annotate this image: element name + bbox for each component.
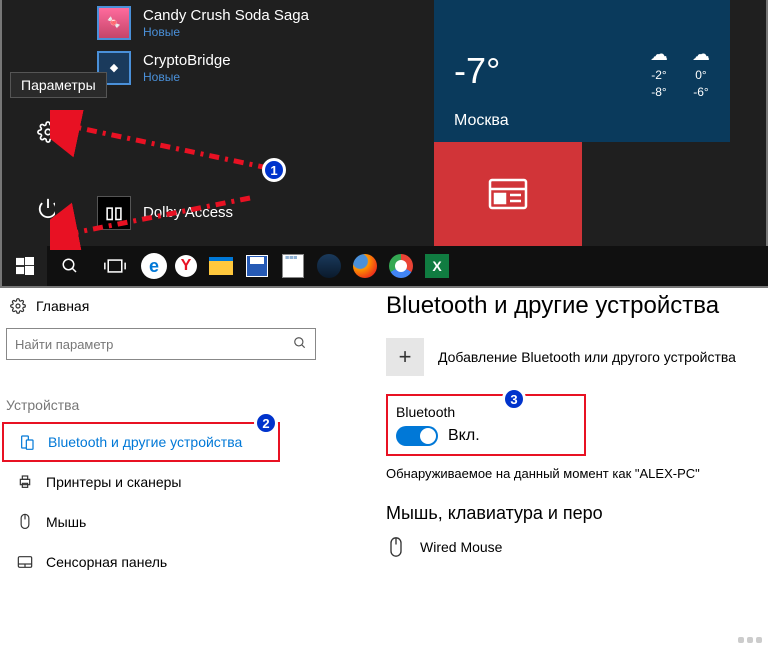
- annotation-badge-2: 2: [254, 411, 278, 435]
- taskbar-firefox[interactable]: [349, 250, 381, 282]
- start-button[interactable]: [2, 246, 47, 286]
- nav-label: Bluetooth и другие устройства: [48, 434, 242, 450]
- gear-icon: [10, 298, 26, 314]
- search-input[interactable]: Найти параметр: [6, 328, 316, 360]
- annotation-badge-1: 1: [262, 158, 286, 182]
- mouse-icon: [386, 534, 406, 560]
- touchpad-icon: [16, 555, 34, 569]
- annotation-arrow-1: [50, 110, 280, 180]
- taskbar-yandex[interactable]: Y: [171, 250, 201, 282]
- right-pane: Bluetooth и другие устройства + Добавлен…: [386, 292, 766, 560]
- annotation-badge-3: 3: [502, 387, 526, 411]
- app-sublabel: Новые: [143, 25, 309, 39]
- taskbar-excel[interactable]: X: [421, 250, 453, 282]
- taskbar-notes[interactable]: ≡≡≡: [277, 250, 309, 282]
- taskbar-save[interactable]: [241, 250, 273, 282]
- forecast-day: ☁ -2° -8°: [650, 42, 668, 101]
- search-placeholder: Найти параметр: [15, 337, 113, 352]
- nav-list: Bluetooth и другие устройства Принтеры и…: [0, 422, 282, 582]
- cloud-icon: ☁: [650, 42, 668, 67]
- settings-window: Главная Найти параметр Устройства Blueto…: [0, 292, 768, 648]
- app-label: CryptoBridge: [143, 52, 231, 69]
- app-sublabel: Новые: [143, 70, 231, 84]
- plus-icon: +: [399, 344, 412, 370]
- news-icon: [488, 178, 528, 210]
- taskbar-edge[interactable]: e: [141, 253, 167, 279]
- search-icon: [293, 336, 307, 353]
- windows-icon: [16, 257, 34, 275]
- watermark: [738, 637, 762, 643]
- category-title: Устройства: [6, 397, 79, 413]
- search-icon: [61, 257, 79, 275]
- section-title: Мышь, клавиатура и перо: [386, 503, 766, 524]
- annotation-arrow-2: [50, 190, 260, 250]
- bluetooth-state: Вкл.: [448, 427, 480, 445]
- add-button[interactable]: +: [386, 338, 424, 376]
- add-device-row[interactable]: + Добавление Bluetooth или другого устро…: [386, 338, 766, 376]
- bluetooth-toggle-block: Bluetooth Вкл.: [386, 394, 586, 456]
- add-device-label: Добавление Bluetooth или другого устройс…: [438, 349, 736, 365]
- weather-temp: -7°: [454, 50, 500, 92]
- page-title: Bluetooth и другие устройства: [386, 292, 766, 320]
- nav-printers[interactable]: Принтеры и сканеры: [0, 462, 282, 502]
- search-button[interactable]: [47, 246, 92, 286]
- taskbar-steam[interactable]: [313, 250, 345, 282]
- app-candy-crush[interactable]: 🍬 Candy Crush Soda Saga Новые: [55, 0, 415, 45]
- mouse-icon: [16, 513, 34, 531]
- nav-bluetooth[interactable]: Bluetooth и другие устройства: [2, 422, 280, 462]
- app-cryptobridge[interactable]: ◆ CryptoBridge Новые: [55, 45, 415, 90]
- taskbar: e Y ≡≡≡ X: [2, 246, 768, 286]
- forecast-day: ☁ 0° -6°: [692, 42, 710, 101]
- weather-forecast: ☁ -2° -8° ☁ 0° -6°: [650, 42, 710, 101]
- device-label: Wired Mouse: [420, 539, 502, 555]
- bluetooth-toggle[interactable]: [396, 426, 438, 446]
- home-label: Главная: [36, 298, 89, 314]
- nav-label: Мышь: [46, 514, 86, 530]
- task-view-button[interactable]: [92, 246, 137, 286]
- candy-crush-icon: 🍬: [97, 6, 131, 40]
- bluetooth-devices-icon: [18, 434, 36, 450]
- printer-icon: [16, 474, 34, 490]
- weather-tile[interactable]: -7° Москва ☁ -2° -8° ☁ 0° -6°: [434, 0, 730, 142]
- task-view-icon: [104, 257, 126, 275]
- cloud-icon: ☁: [692, 42, 710, 67]
- settings-tooltip: Параметры: [10, 72, 107, 98]
- start-menu: Параметры 🍬 Candy Crush Soda Saga Новые …: [0, 0, 768, 288]
- nav-label: Принтеры и сканеры: [46, 474, 181, 490]
- bluetooth-label: Bluetooth: [396, 404, 576, 420]
- discoverable-text: Обнаруживаемое на данный момент как "ALE…: [386, 466, 766, 481]
- taskbar-chrome[interactable]: [385, 250, 417, 282]
- nav-mouse[interactable]: Мышь: [0, 502, 282, 542]
- nav-touchpad[interactable]: Сенсорная панель: [0, 542, 282, 582]
- news-tile[interactable]: [434, 142, 582, 246]
- nav-label: Сенсорная панель: [46, 554, 167, 570]
- app-label: Candy Crush Soda Saga: [143, 7, 309, 24]
- device-wired-mouse[interactable]: Wired Mouse: [386, 534, 766, 560]
- taskbar-explorer[interactable]: [205, 250, 237, 282]
- weather-city: Москва: [454, 112, 509, 130]
